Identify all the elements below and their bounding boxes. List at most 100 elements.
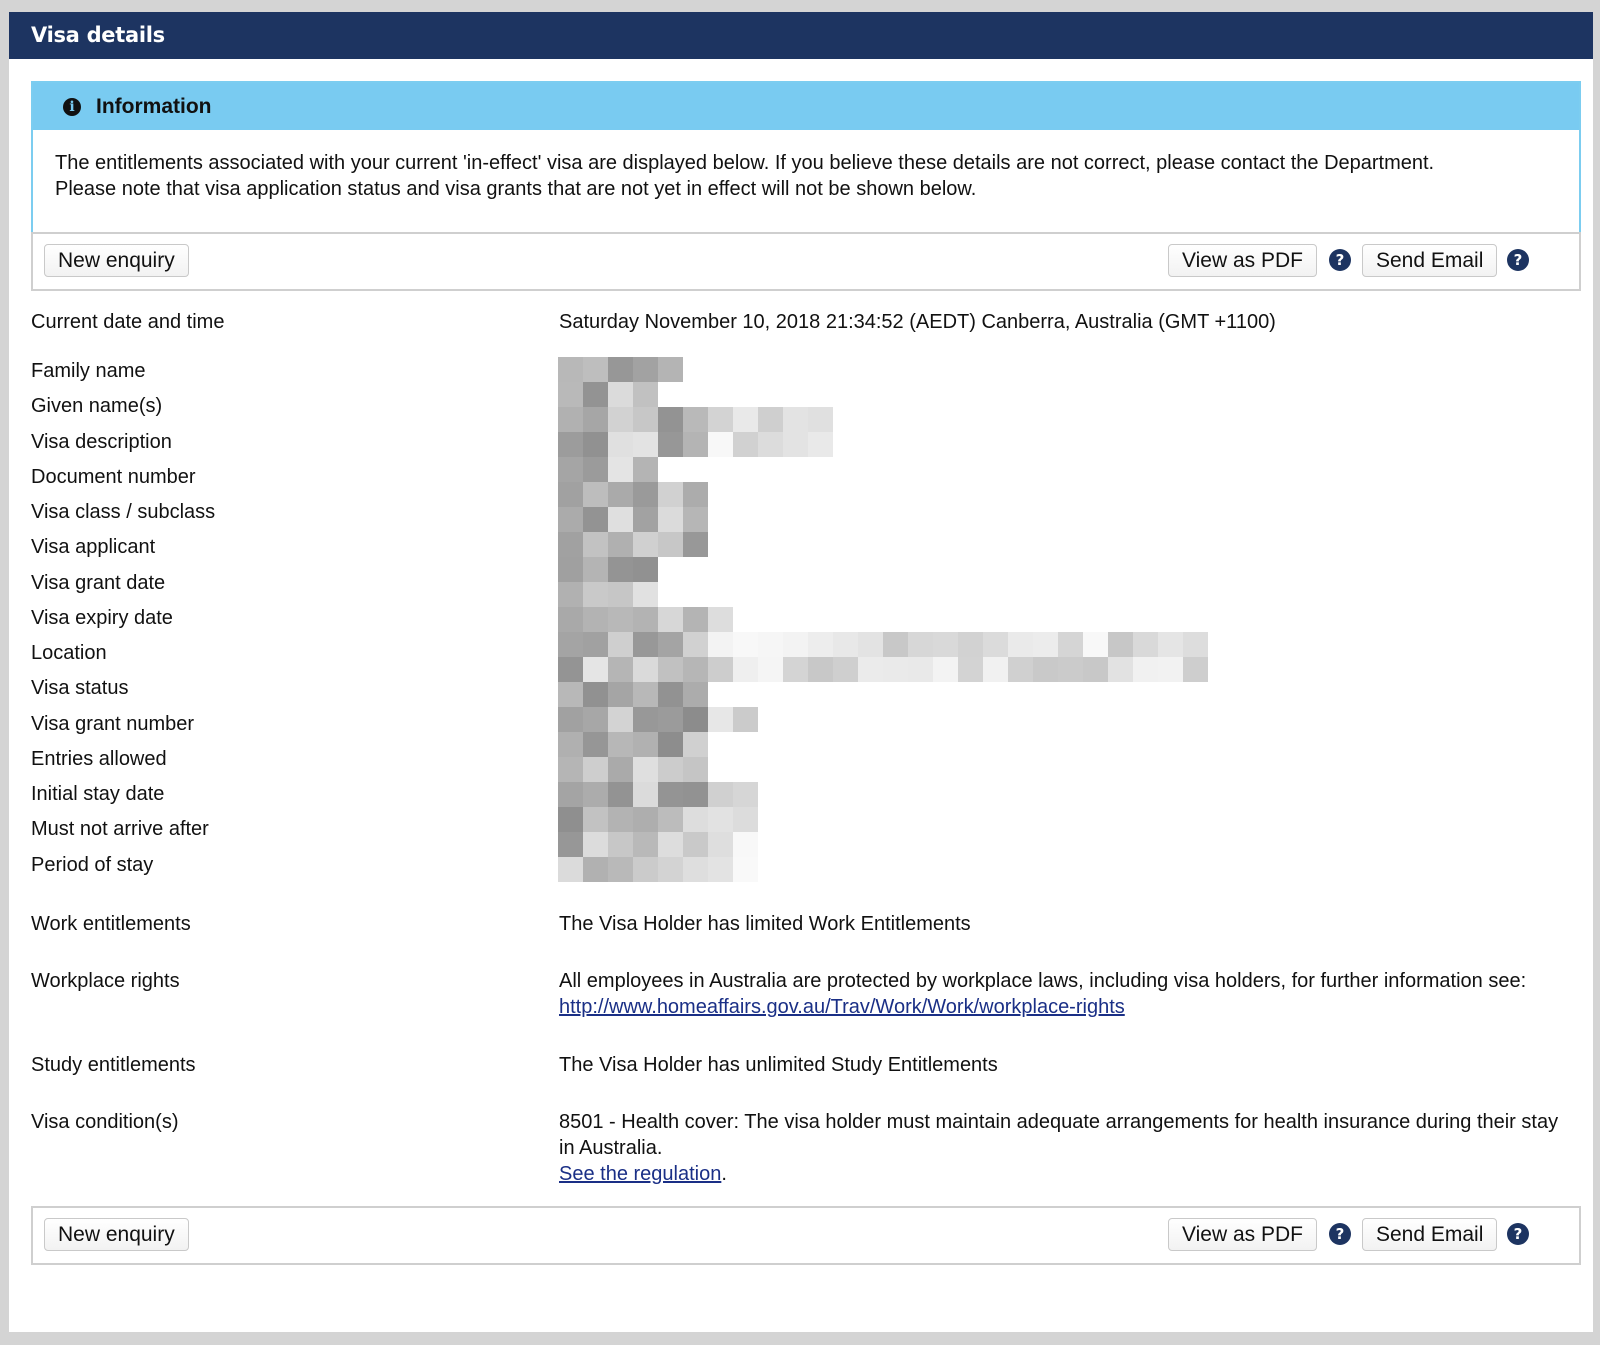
- redaction-pixel: [558, 657, 583, 682]
- view-as-pdf-button[interactable]: View as PDF: [1168, 244, 1317, 277]
- redaction-pixel: [633, 507, 658, 532]
- must-not-arrive-after-label: Must not arrive after: [31, 818, 209, 840]
- redaction-pixel: [908, 632, 933, 657]
- redaction-pixel: [708, 407, 733, 432]
- redaction-pixel: [1183, 657, 1208, 682]
- workplace-rights-value: All employees in Australia are protected…: [559, 968, 1559, 1020]
- redaction-pixel: [758, 657, 783, 682]
- visa-grant-number-label: Visa grant number: [31, 713, 195, 735]
- redaction-pixel: [1008, 657, 1033, 682]
- redaction-pixel: [983, 632, 1008, 657]
- information-text: The entitlements associated with your cu…: [33, 130, 1579, 202]
- redaction-pixel: [708, 607, 733, 632]
- redaction-pixel: [958, 632, 983, 657]
- redaction-pixel: [808, 432, 833, 457]
- redaction-pixel: [583, 857, 608, 882]
- new-enquiry-button[interactable]: New enquiry: [44, 244, 189, 277]
- redaction-pixel: [758, 632, 783, 657]
- information-line-2: Please note that visa application status…: [55, 178, 977, 200]
- help-icon[interactable]: ?: [1329, 249, 1351, 271]
- redaction-pixel: [658, 357, 683, 382]
- redaction-pixel: [583, 532, 608, 557]
- redaction-pixel: [558, 482, 583, 507]
- redaction-pixel: [608, 432, 633, 457]
- view-as-pdf-button[interactable]: View as PDF: [1168, 1218, 1317, 1251]
- redaction-pixel: [608, 482, 633, 507]
- redaction-pixel: [583, 757, 608, 782]
- visa-description-label: Visa description: [31, 431, 172, 453]
- redaction-pixel: [583, 357, 608, 382]
- redaction-pixel: [608, 607, 633, 632]
- redaction-pixel: [708, 832, 733, 857]
- redaction-pixel: [583, 557, 608, 582]
- redaction-pixel: [783, 432, 808, 457]
- redaction-pixel: [983, 657, 1008, 682]
- redaction-pixel: [558, 382, 583, 407]
- redaction-pixel: [558, 682, 583, 707]
- redaction-pixel: [1108, 657, 1133, 682]
- redaction-pixel: [658, 707, 683, 732]
- redaction-pixel: [708, 707, 733, 732]
- redaction-pixel: [658, 807, 683, 832]
- redaction-pixel: [558, 782, 583, 807]
- information-box: i Information The entitlements associate…: [31, 81, 1581, 236]
- redaction-pixel: [683, 857, 708, 882]
- redaction-pixel: [758, 432, 783, 457]
- visa-status-label: Visa status: [31, 677, 129, 699]
- given-names-label: Given name(s): [31, 395, 163, 417]
- redaction-pixel: [633, 582, 658, 607]
- workplace-rights-label: Workplace rights: [31, 970, 180, 992]
- send-email-button[interactable]: Send Email: [1362, 1218, 1498, 1251]
- new-enquiry-button[interactable]: New enquiry: [44, 1218, 189, 1251]
- redaction-pixel: [783, 657, 808, 682]
- redaction-pixel: [608, 457, 633, 482]
- redaction-pixel: [608, 532, 633, 557]
- redaction-pixel: [683, 782, 708, 807]
- redaction-pixel: [1158, 657, 1183, 682]
- redaction-pixel: [558, 407, 583, 432]
- redaction-pixel: [658, 607, 683, 632]
- visa-expiry-date-label: Visa expiry date: [31, 607, 173, 629]
- information-header: i Information: [33, 83, 1579, 130]
- redaction-pixel: [733, 807, 758, 832]
- redaction-pixel: [558, 432, 583, 457]
- redaction-pixel: [558, 582, 583, 607]
- redaction-pixel: [733, 407, 758, 432]
- study-entitlements-label: Study entitlements: [31, 1054, 196, 1076]
- send-email-button[interactable]: Send Email: [1362, 244, 1498, 277]
- redaction-pixel: [733, 632, 758, 657]
- work-entitlements-value: The Visa Holder has limited Work Entitle…: [559, 913, 971, 935]
- redaction-pixel: [808, 657, 833, 682]
- redaction-pixel: [658, 507, 683, 532]
- redaction-pixel: [608, 757, 633, 782]
- redaction-pixel: [683, 757, 708, 782]
- redaction-pixel: [1033, 632, 1058, 657]
- redaction-pixel: [658, 832, 683, 857]
- redaction-pixel: [683, 682, 708, 707]
- redaction-pixel: [633, 732, 658, 757]
- redaction-pixel: [633, 782, 658, 807]
- family-name-label: Family name: [31, 360, 146, 382]
- redaction-pixel: [683, 732, 708, 757]
- redaction-pixel: [783, 407, 808, 432]
- redaction-pixel: [733, 707, 758, 732]
- help-icon[interactable]: ?: [1507, 1223, 1529, 1245]
- redaction-pixel: [658, 632, 683, 657]
- redaction-pixel: [633, 482, 658, 507]
- help-icon[interactable]: ?: [1329, 1223, 1351, 1245]
- help-icon[interactable]: ?: [1507, 249, 1529, 271]
- redaction-pixel: [1133, 632, 1158, 657]
- redaction-pixel: [708, 657, 733, 682]
- entries-allowed-label: Entries allowed: [31, 748, 167, 770]
- redaction-pixel: [683, 607, 708, 632]
- redaction-pixel: [558, 807, 583, 832]
- redaction-pixel: [608, 357, 633, 382]
- redaction-pixel: [683, 432, 708, 457]
- redaction-pixel: [658, 657, 683, 682]
- redaction-pixel: [633, 557, 658, 582]
- visa-conditions-value: 8501 - Health cover: The visa holder mus…: [559, 1109, 1559, 1187]
- redaction-pixel: [658, 407, 683, 432]
- see-regulation-link[interactable]: See the regulation: [559, 1163, 721, 1185]
- workplace-rights-link[interactable]: http://www.homeaffairs.gov.au/Trav/Work/…: [559, 996, 1125, 1018]
- redaction-pixel: [1133, 657, 1158, 682]
